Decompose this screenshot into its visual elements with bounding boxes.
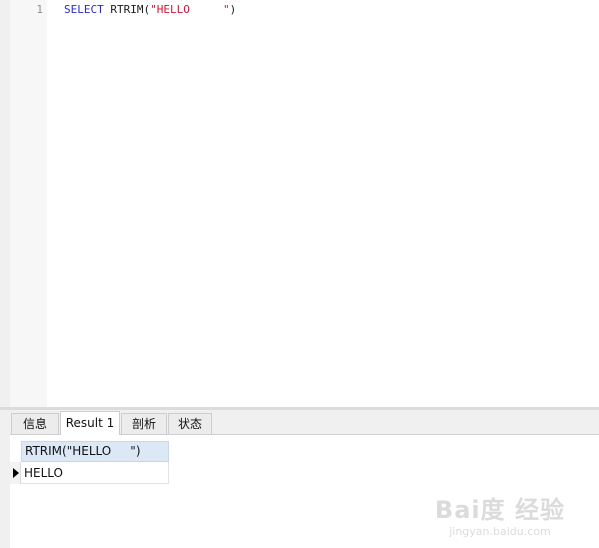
tab-result-1[interactable]: Result 1 [60, 411, 120, 435]
sql-query-window: 1 SELECT RTRIM("HELLO ") 信息 Result 1 剖析 … [0, 0, 599, 548]
table-cell[interactable]: HELLO [21, 462, 169, 484]
current-row-arrow-icon [13, 468, 19, 478]
row-indicator[interactable] [10, 462, 21, 484]
sql-function: RTRIM( [110, 3, 151, 16]
baidu-jingyan-watermark: Bai度 经验 jingyan.baidu.com [435, 490, 565, 538]
sql-close-paren: ) [229, 3, 237, 16]
results-left-strip [0, 410, 10, 548]
line-number-gutter: 1 [10, 0, 47, 407]
watermark-url: jingyan.baidu.com [449, 525, 551, 538]
watermark-logo: Bai度 经验 [434, 496, 565, 524]
results-tab-bar: 信息 Result 1 剖析 状态 [10, 410, 599, 435]
line-number: 1 [36, 3, 43, 16]
code-line[interactable]: SELECT RTRIM("HELLO ") [64, 3, 236, 17]
editor-left-strip [0, 0, 10, 407]
tab-status[interactable]: 状态 [168, 413, 212, 434]
column-header[interactable]: RTRIM("HELLO ") [21, 441, 169, 462]
sql-string-literal: "HELLO " [150, 3, 230, 16]
results-pane: 信息 Result 1 剖析 状态 RTRIM("HELLO ") HELLO … [0, 410, 599, 548]
sql-keyword: SELECT [64, 3, 104, 16]
tab-profile[interactable]: 剖析 [121, 413, 167, 434]
sql-editor[interactable]: 1 SELECT RTRIM("HELLO ") [0, 0, 599, 407]
tab-info[interactable]: 信息 [11, 413, 59, 434]
